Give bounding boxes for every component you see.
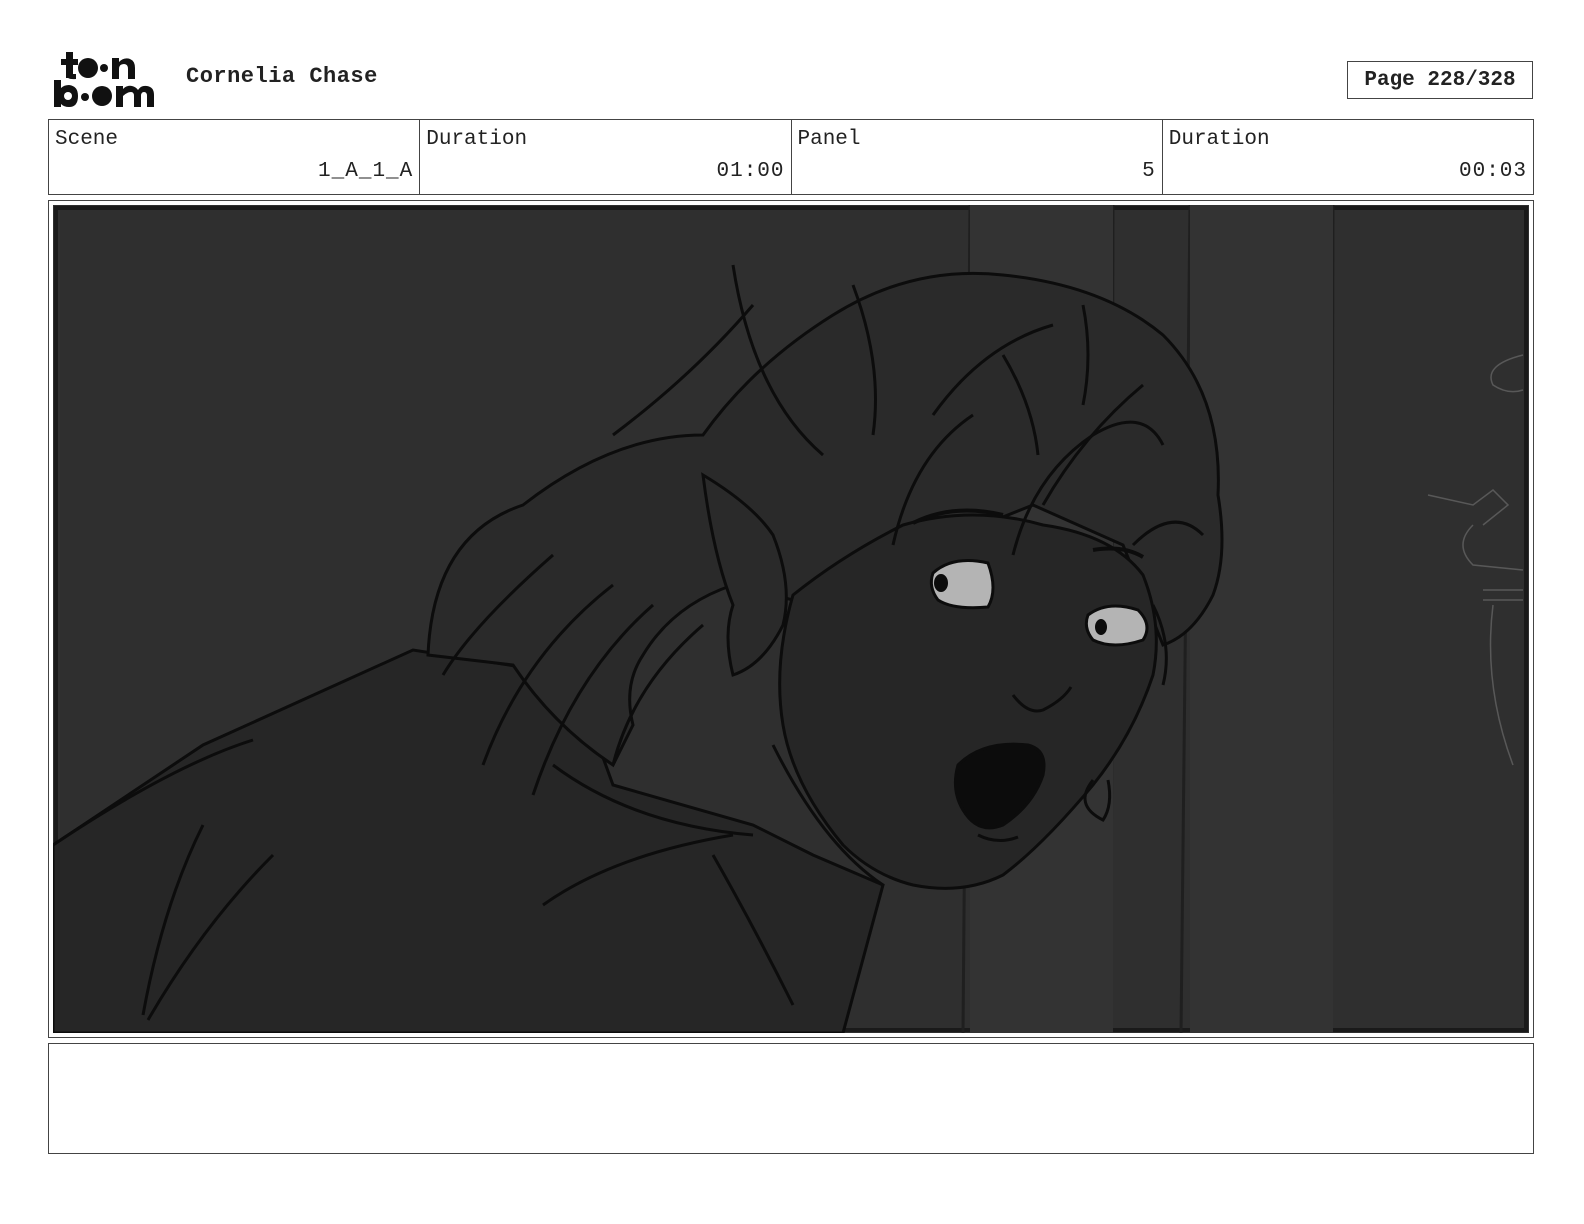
toon-boom-logo-icon xyxy=(54,52,154,107)
panel-duration-cell: Duration 00:03 xyxy=(1163,120,1533,194)
scene-duration-cell: Duration 01:00 xyxy=(420,120,792,194)
toon-boom-logo xyxy=(52,50,164,112)
panel-label: Panel xyxy=(797,128,861,151)
storyboard-panel-image xyxy=(53,205,1529,1033)
panel-notes xyxy=(48,1043,1534,1154)
storyboard-drawing-icon xyxy=(53,205,1529,1033)
scene-label: Scene xyxy=(55,128,119,151)
panel-cell: Panel 5 xyxy=(792,120,1163,194)
project-title: Cornelia Chase xyxy=(186,64,378,89)
panel-value: 5 xyxy=(1142,160,1156,183)
scene-cell: Scene 1_A_1_A xyxy=(49,120,421,194)
page-counter: Page 228/328 xyxy=(1347,61,1533,99)
scene-info-table: Scene 1_A_1_A Duration 01:00 Panel 5 Dur… xyxy=(48,119,1534,195)
scene-duration-value: 01:00 xyxy=(716,160,785,183)
scene-value: 1_A_1_A xyxy=(318,160,414,183)
panel-duration-label: Duration xyxy=(1168,128,1270,151)
scene-duration-label: Duration xyxy=(426,128,528,151)
panel-duration-value: 00:03 xyxy=(1458,160,1527,183)
